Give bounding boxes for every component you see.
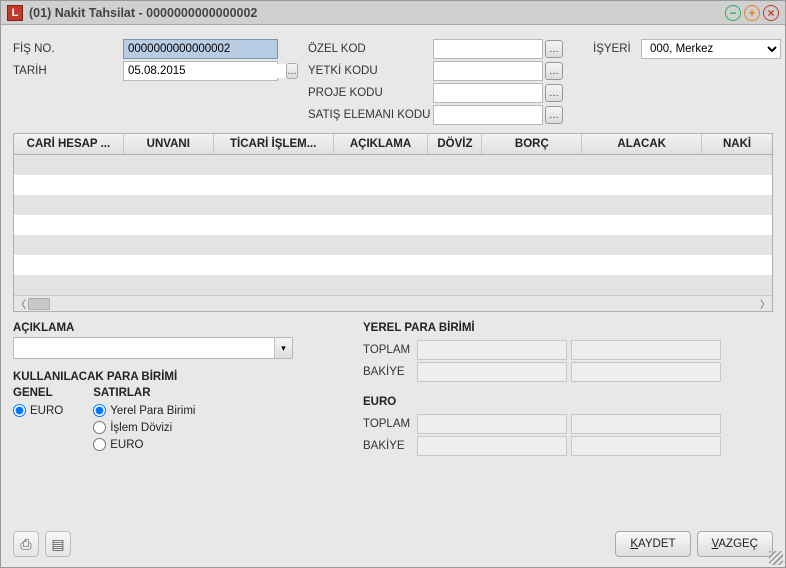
radio-satirlar-yerel[interactable]: Yerel Para Birimi	[93, 404, 195, 417]
scroll-thumb[interactable]	[28, 298, 50, 310]
print-button[interactable]: ⎙	[13, 531, 39, 557]
yerel-bakiye-1	[417, 362, 567, 382]
cancel-button[interactable]: VAZGEÇ	[697, 531, 773, 557]
window: L (01) Nakit Tahsilat - 0000000000000002…	[0, 0, 786, 568]
scroll-left-icon[interactable]: 〈	[14, 297, 28, 311]
minimize-button[interactable]: −	[725, 5, 741, 21]
satis-elemani-input[interactable]	[433, 105, 543, 125]
document-button[interactable]: ▤	[45, 531, 71, 557]
horizontal-scrollbar[interactable]: 〈 〉	[14, 295, 772, 311]
table-row[interactable]	[14, 175, 772, 195]
transaction-grid[interactable]: CARİ HESAP ... UNVANI TİCARİ İŞLEM... AÇ…	[13, 133, 773, 312]
ozel-kod-label: ÖZEL KOD	[308, 43, 433, 55]
scroll-right-icon[interactable]: 〉	[758, 297, 772, 311]
euro-toplam-1	[417, 414, 567, 434]
app-icon: L	[7, 5, 23, 21]
satis-elemani-lookup-icon[interactable]: …	[545, 106, 563, 124]
fis-no-label: FİŞ NO.	[13, 43, 123, 55]
table-row[interactable]	[14, 235, 772, 255]
euro-bakiye-label: BAKİYE	[363, 440, 417, 452]
chevron-down-icon[interactable]: ▾	[274, 338, 292, 358]
yerel-bakiye-label: BAKİYE	[363, 366, 417, 378]
isyeri-select[interactable]: 000, Merkez	[641, 39, 781, 59]
resize-handle[interactable]	[769, 551, 783, 565]
euro-bakiye-2	[571, 436, 721, 456]
col-naki[interactable]: NAKİ	[702, 134, 772, 154]
grid-body[interactable]	[14, 155, 772, 295]
table-row[interactable]	[14, 275, 772, 295]
yerel-toplam-label: TOPLAM	[363, 344, 417, 356]
fis-no-input[interactable]	[123, 39, 278, 59]
aciklama-combo[interactable]: ▾	[13, 337, 293, 359]
euro-toplam-2	[571, 414, 721, 434]
yerel-toplam-1	[417, 340, 567, 360]
ozel-kod-input[interactable]	[433, 39, 543, 59]
radio-satirlar-islem[interactable]: İşlem Dövizi	[93, 421, 195, 434]
isyeri-label: İŞYERİ	[593, 43, 641, 55]
currency-section-label: KULLANILACAK PARA BİRİMİ	[13, 371, 323, 383]
tarih-field[interactable]: …	[123, 61, 278, 81]
euro-bakiye-1	[417, 436, 567, 456]
euro-toplam-label: TOPLAM	[363, 418, 417, 430]
euro-section-label: EURO	[363, 396, 773, 408]
ozel-kod-lookup-icon[interactable]: …	[545, 40, 563, 58]
tarih-input[interactable]	[124, 64, 286, 78]
yerel-section-label: YEREL PARA BİRİMİ	[363, 322, 773, 334]
satirlar-label: SATIRLAR	[93, 387, 195, 399]
yerel-toplam-2	[571, 340, 721, 360]
table-row[interactable]	[14, 255, 772, 275]
genel-label: GENEL	[13, 387, 63, 399]
col-cari-hesap[interactable]: CARİ HESAP ...	[14, 134, 124, 154]
print-icon: ⎙	[20, 536, 31, 553]
col-aciklama[interactable]: AÇIKLAMA	[334, 134, 429, 154]
col-borc[interactable]: BORÇ	[482, 134, 582, 154]
radio-genel-euro[interactable]: EURO	[13, 404, 63, 417]
proje-kodu-label: PROJE KODU	[308, 87, 433, 99]
aciklama-input[interactable]	[14, 338, 274, 358]
col-unvani[interactable]: UNVANI	[124, 134, 214, 154]
save-button[interactable]: KAYDET	[615, 531, 690, 557]
satis-elemani-label: SATIŞ ELEMANI KODU	[308, 109, 433, 121]
col-alacak[interactable]: ALACAK	[582, 134, 702, 154]
document-icon: ▤	[51, 536, 64, 553]
close-button[interactable]: ×	[763, 5, 779, 21]
yerel-bakiye-2	[571, 362, 721, 382]
yetki-kodu-input[interactable]	[433, 61, 543, 81]
window-title: (01) Nakit Tahsilat - 0000000000000002	[29, 6, 725, 20]
yetki-kodu-label: YETKİ KODU	[308, 65, 433, 77]
col-doviz[interactable]: DÖVİZ	[428, 134, 482, 154]
table-row[interactable]	[14, 215, 772, 235]
calendar-icon[interactable]: …	[286, 63, 298, 79]
proje-kodu-lookup-icon[interactable]: …	[545, 84, 563, 102]
maximize-button[interactable]: +	[744, 5, 760, 21]
table-row[interactable]	[14, 155, 772, 175]
aciklama-section-label: AÇIKLAMA	[13, 322, 323, 334]
proje-kodu-input[interactable]	[433, 83, 543, 103]
col-ticari-islem[interactable]: TİCARİ İŞLEM...	[214, 134, 334, 154]
radio-satirlar-euro[interactable]: EURO	[93, 438, 195, 451]
yetki-kodu-lookup-icon[interactable]: …	[545, 62, 563, 80]
tarih-label: TARİH	[13, 65, 123, 77]
table-row[interactable]	[14, 195, 772, 215]
titlebar[interactable]: L (01) Nakit Tahsilat - 0000000000000002…	[1, 1, 785, 25]
